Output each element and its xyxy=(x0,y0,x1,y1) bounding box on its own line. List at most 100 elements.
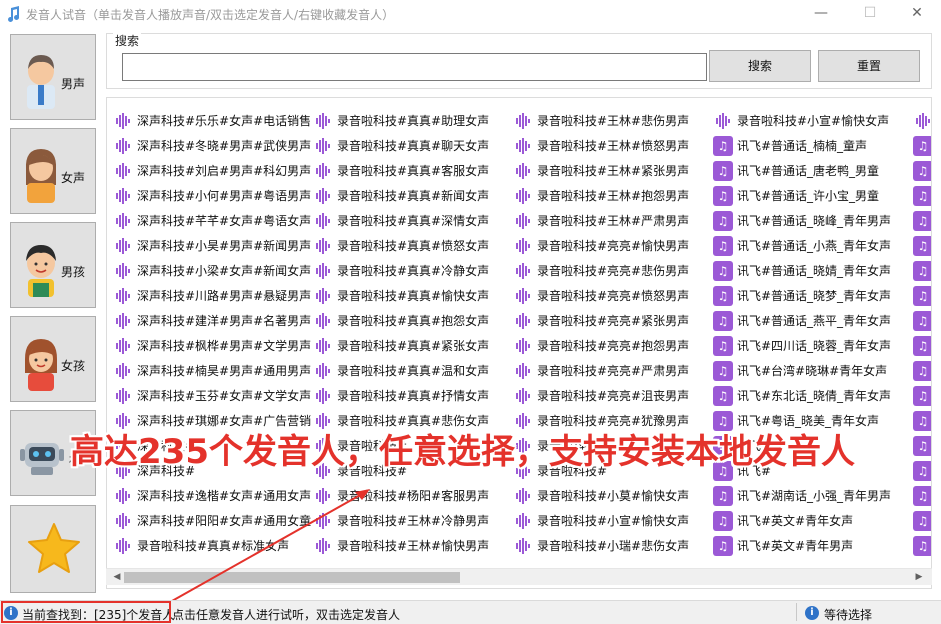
close-button[interactable]: ✕ xyxy=(897,2,937,26)
voice-item-label: 讯飞#英文#青年男声 xyxy=(737,539,854,553)
voice-item[interactable]: 深声科技#玉芬#女声#文学女声 xyxy=(113,383,313,408)
voice-item[interactable] xyxy=(913,108,931,133)
voice-item[interactable]: ♫ 讯飞#普通话_晓峰_青年男声 xyxy=(713,208,913,233)
maximize-button[interactable]: ☐ xyxy=(850,2,890,26)
voice-item[interactable]: 录音啦科技#小瑞#悲伤女声 xyxy=(513,533,713,558)
voice-item[interactable]: 录音啦科技#真真#客服女声 xyxy=(313,158,513,183)
voice-item[interactable]: ♫ 讯飞#台湾#晓琳#青年女声 xyxy=(713,358,913,383)
voice-item[interactable]: 录音啦科技#王林#紧张男声 xyxy=(513,158,713,183)
voice-item[interactable]: ♫ xyxy=(913,433,931,458)
voice-item[interactable]: 录音啦科技#亮亮#严肃男声 xyxy=(513,358,713,383)
sidebar-item-female[interactable]: 女声 xyxy=(10,128,96,214)
voice-item[interactable]: ♫ xyxy=(913,333,931,358)
voice-item-label: 讯飞#四川话_晓蓉_青年女声 xyxy=(737,339,892,353)
sidebar-item-boy[interactable]: 男孩 xyxy=(10,222,96,308)
voice-item[interactable]: 录音啦科技#王林#抱怨男声 xyxy=(513,183,713,208)
voice-item[interactable]: 录音啦科技#亮亮#沮丧男声 xyxy=(513,383,713,408)
sidebar-item-girl[interactable]: 女孩 xyxy=(10,316,96,402)
voice-item-label: 录音啦科技#真真#抱怨女声 xyxy=(337,314,490,328)
voice-item[interactable]: 深声科技#川路#男声#悬疑男声 xyxy=(113,283,313,308)
voice-item[interactable]: 录音啦科技#亮亮#紧张男声 xyxy=(513,308,713,333)
voice-item[interactable]: 录音啦科技#王林#愤怒男声 xyxy=(513,133,713,158)
voice-item[interactable]: ♫ xyxy=(913,508,931,533)
voice-item[interactable]: 录音啦科技#真真#新闻女声 xyxy=(313,183,513,208)
voice-item[interactable]: 录音啦科技#亮亮#愤怒男声 xyxy=(513,283,713,308)
voice-item[interactable]: ♫ 讯飞#东北话_晓倩_青年女声 xyxy=(713,383,913,408)
voice-item[interactable]: 深声科技#逸楷#女声#通用女声 xyxy=(113,483,313,508)
voice-item[interactable]: 深声科技#小梁#女声#新闻女声 xyxy=(113,258,313,283)
voice-item[interactable]: 录音啦科技#小宣#愉快女声 xyxy=(713,108,913,133)
voice-item[interactable]: ♫ xyxy=(913,183,931,208)
voice-item[interactable]: 深声科技#小何#男声#粤语男声 xyxy=(113,183,313,208)
sidebar-item-favorites[interactable] xyxy=(10,505,96,593)
voice-item[interactable]: 录音啦科技#杨阳#客服男声 xyxy=(313,483,513,508)
voice-item[interactable]: ♫ 讯飞#普通话_燕平_青年女声 xyxy=(713,308,913,333)
voice-item[interactable]: ♫ xyxy=(913,533,931,558)
voice-item[interactable]: ♫ 讯飞#普通话_小燕_青年女声 xyxy=(713,233,913,258)
voice-item[interactable]: 录音啦科技#真真#温和女声 xyxy=(313,358,513,383)
voice-item[interactable]: 深声科技#刘启#男声#科幻男声 xyxy=(113,158,313,183)
voice-item[interactable]: 录音啦科技#真真#愉快女声 xyxy=(313,283,513,308)
voice-item[interactable]: 录音啦科技#真真#深情女声 xyxy=(313,208,513,233)
voice-item[interactable]: 录音啦科技#王林#严肃男声 xyxy=(513,208,713,233)
minimize-button[interactable]: — xyxy=(801,2,841,26)
voice-item-label: 录音啦科技#真真#助理女声 xyxy=(337,114,490,128)
voice-item[interactable]: ♫ xyxy=(913,458,931,483)
voice-item[interactable]: 录音啦科技#真真#抒情女声 xyxy=(313,383,513,408)
voice-item[interactable]: ♫ xyxy=(913,133,931,158)
voice-item[interactable]: 深声科技#芊芊#女声#粤语女声 xyxy=(113,208,313,233)
voice-item[interactable]: 深声科技#小昊#男声#新闻男声 xyxy=(113,233,313,258)
sidebar-item-male[interactable]: 男声 xyxy=(10,34,96,120)
voice-item[interactable]: ♫ xyxy=(913,158,931,183)
voice-item[interactable]: 录音啦科技#真真#聊天女声 xyxy=(313,133,513,158)
voice-item[interactable]: 录音啦科技#王林#冷静男声 xyxy=(313,508,513,533)
reset-button[interactable]: 重置 xyxy=(818,50,920,82)
voice-item[interactable]: 录音啦科技#真真#冷静女声 xyxy=(313,258,513,283)
voice-item[interactable]: ♫ xyxy=(913,283,931,308)
voice-item[interactable]: ♫ xyxy=(913,358,931,383)
voice-item[interactable]: ♫ 讯飞#普通话_晓婧_青年女声 xyxy=(713,258,913,283)
search-button[interactable]: 搜索 xyxy=(709,50,811,82)
voice-item[interactable]: ♫ 讯飞#英文#青年男声 xyxy=(713,533,913,558)
search-input[interactable] xyxy=(122,53,707,81)
voice-item[interactable]: 录音啦科技#真真#愤怒女声 xyxy=(313,233,513,258)
voice-item[interactable]: ♫ xyxy=(913,208,931,233)
voice-item[interactable]: ♫ xyxy=(913,258,931,283)
voice-item[interactable]: 录音啦科技#真真#抱怨女声 xyxy=(313,308,513,333)
voice-item[interactable]: 录音啦科技#真真#助理女声 xyxy=(313,108,513,133)
music-note-icon: ♫ xyxy=(913,335,931,356)
voice-item[interactable]: 深声科技#建洋#男声#名著男声 xyxy=(113,308,313,333)
voice-item[interactable]: ♫ xyxy=(913,408,931,433)
voice-item[interactable]: ♫ 讯飞#普通话_许小宝_男童 xyxy=(713,183,913,208)
scroll-right-icon[interactable]: ▶ xyxy=(914,572,924,582)
voice-item[interactable]: ♫ 讯飞#普通话_晓梦_青年女声 xyxy=(713,283,913,308)
voice-item[interactable]: ♫ xyxy=(913,308,931,333)
scrollbar-thumb[interactable] xyxy=(124,572,460,583)
voice-item[interactable]: 录音啦科技#亮亮#愉快男声 xyxy=(513,233,713,258)
horizontal-scrollbar[interactable]: ◀ ▶ xyxy=(106,568,932,585)
voice-item[interactable]: 深声科技#楠昊#男声#通用男声 xyxy=(113,358,313,383)
voice-item[interactable]: 录音啦科技#亮亮#悲伤男声 xyxy=(513,258,713,283)
voice-item[interactable]: 深声科技#枫桦#男声#文学男声 xyxy=(113,333,313,358)
voice-item[interactable]: 录音啦科技#小宣#愉快女声 xyxy=(513,508,713,533)
voice-item[interactable]: ♫ 讯飞#普通话_楠楠_童声 xyxy=(713,133,913,158)
voice-item[interactable]: 录音啦科技#真真#标准女声 xyxy=(113,533,313,558)
voice-item[interactable]: ♫ 讯飞#英文#青年女声 xyxy=(713,508,913,533)
voice-item[interactable]: 录音啦科技#真真#紧张女声 xyxy=(313,333,513,358)
voice-item[interactable]: ♫ xyxy=(913,383,931,408)
voice-item[interactable]: ♫ 讯飞#湖南话_小强_青年男声 xyxy=(713,483,913,508)
voice-item[interactable]: 深声科技#冬晓#男声#武侠男声 xyxy=(113,133,313,158)
voice-item[interactable]: ♫ xyxy=(913,483,931,508)
voice-item[interactable]: 深声科技#阳阳#女声#通用女童 xyxy=(113,508,313,533)
voice-item[interactable]: ♫ 讯飞#四川话_晓蓉_青年女声 xyxy=(713,333,913,358)
voice-item[interactable]: 录音啦科技#小莫#愉快女声 xyxy=(513,483,713,508)
voice-item[interactable]: ♫ 讯飞#普通话_唐老鸭_男童 xyxy=(713,158,913,183)
voice-item[interactable]: 深声科技#乐乐#女声#电话销售 xyxy=(113,108,313,133)
voice-item[interactable]: 录音啦科技#王林#愉快男声 xyxy=(313,533,513,558)
voice-item-label: 录音啦科技#亮亮#愤怒男声 xyxy=(537,289,690,303)
sidebar-item-label: 女孩 xyxy=(61,359,86,373)
voice-item[interactable]: 录音啦科技#亮亮#抱怨男声 xyxy=(513,333,713,358)
scroll-left-icon[interactable]: ◀ xyxy=(112,572,122,582)
voice-item[interactable]: ♫ xyxy=(913,233,931,258)
voice-item[interactable]: 录音啦科技#王林#悲伤男声 xyxy=(513,108,713,133)
